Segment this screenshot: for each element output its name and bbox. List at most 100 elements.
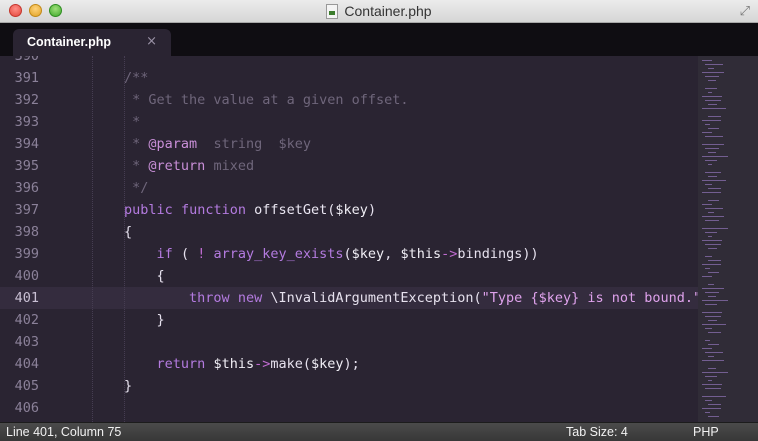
- code-line[interactable]: 401 throw new \InvalidArgumentException(…: [0, 287, 698, 309]
- minimap-line: [708, 68, 714, 69]
- minimap-line: [702, 216, 724, 217]
- code-line[interactable]: 397 public function offsetGet($key): [0, 199, 698, 221]
- code-line[interactable]: 406: [0, 397, 698, 419]
- code-token: */: [59, 180, 149, 196]
- code-line[interactable]: 404 return $this->make($key);: [0, 353, 698, 375]
- minimap[interactable]: [698, 56, 758, 422]
- code-line[interactable]: 395 * @return mixed: [0, 155, 698, 177]
- minimap-line: [702, 72, 724, 73]
- minimap-line: [708, 92, 712, 93]
- code-token: );: [343, 356, 360, 372]
- code-line[interactable]: 399 if ( ! array_key_exists($key, $this-…: [0, 243, 698, 265]
- code-line[interactable]: 392 * Get the value at a given offset.: [0, 89, 698, 111]
- code-token: offsetGet: [254, 202, 328, 218]
- cursor-position: Line 401, Column 75: [6, 425, 122, 439]
- status-bar: Line 401, Column 75 Tab Size: 4 PHP: [0, 422, 758, 441]
- minimap-line: [708, 236, 712, 237]
- code-line[interactable]: 390: [0, 56, 698, 67]
- minimap-line: [705, 76, 719, 77]
- minimap-line: [702, 156, 728, 157]
- code-token: if: [156, 246, 173, 262]
- code-text: {: [59, 268, 165, 284]
- minimap-line: [705, 316, 721, 317]
- line-number: 395: [14, 158, 39, 174]
- code-token: ,: [384, 246, 401, 262]
- minimap-line: [705, 388, 721, 389]
- minimap-line: [708, 272, 719, 273]
- minimap-line: [705, 232, 717, 233]
- minimap-line: [705, 100, 721, 101]
- code-token: *: [59, 136, 149, 152]
- line-number: 390: [14, 56, 39, 64]
- minimap-line: [702, 372, 728, 373]
- minimap-line: [708, 116, 721, 117]
- minimap-line: [702, 120, 721, 121]
- code-token: public: [124, 202, 173, 218]
- minimap-line: [702, 360, 724, 361]
- window-title-group: Container.php: [0, 3, 758, 19]
- minimap-line: [702, 408, 721, 409]
- line-number: 398: [14, 224, 39, 240]
- minimap-line: [702, 132, 712, 133]
- code-line[interactable]: 396 */: [0, 177, 698, 199]
- code-token: $this: [213, 356, 255, 372]
- fullscreen-icon[interactable]: ⤢: [740, 4, 750, 19]
- code-token: function: [180, 202, 246, 218]
- minimap-line: [705, 124, 710, 125]
- code-token: ): [367, 202, 377, 218]
- code-editor[interactable]: 390 391 /** 392 * Get the value at a given…: [0, 56, 698, 422]
- syntax-indicator[interactable]: PHP: [693, 425, 719, 439]
- line-number: 396: [14, 180, 39, 196]
- indent-guide: [92, 56, 93, 422]
- tab-container-php[interactable]: Container.php ×: [13, 29, 171, 56]
- line-number: 393: [14, 114, 39, 130]
- code-line[interactable]: 400 {: [0, 265, 698, 287]
- code-text: * Get the value at a given offset.: [59, 92, 408, 108]
- code-token: @return: [148, 158, 206, 174]
- code-line[interactable]: 403: [0, 331, 698, 353]
- code-line[interactable]: 398 {: [0, 221, 698, 243]
- code-token: @param: [148, 136, 198, 152]
- code-line[interactable]: 394 * @param string $key: [0, 133, 698, 155]
- minimap-line: [708, 80, 716, 81]
- code-token: *: [59, 158, 149, 174]
- minimap-line: [702, 228, 728, 229]
- minimap-viewport[interactable]: [698, 56, 758, 422]
- minimap-line: [708, 416, 719, 417]
- code-line[interactable]: 402 }: [0, 309, 698, 331]
- line-number: 391: [14, 70, 39, 86]
- tab-label: Container.php: [27, 35, 112, 49]
- code-token: "Type {$key} is not bound.": [481, 290, 698, 306]
- code-token: return: [156, 356, 206, 372]
- minimap-line: [708, 164, 712, 165]
- code-line[interactable]: 405 }: [0, 375, 698, 397]
- code-line[interactable]: 391 /**: [0, 67, 698, 89]
- code-text: if ( ! array_key_exists($key, $this->bin…: [59, 246, 539, 262]
- minimap-line: [705, 304, 717, 305]
- code-line[interactable]: 393 *: [0, 111, 698, 133]
- minimap-line: [708, 200, 719, 201]
- code-token: }: [59, 312, 165, 328]
- tab-close-icon[interactable]: ×: [146, 34, 157, 49]
- line-number: 405: [14, 378, 39, 394]
- line-number: 400: [14, 268, 39, 284]
- minimap-line: [705, 328, 712, 329]
- minimap-line: [702, 60, 712, 61]
- code-text: *: [59, 114, 140, 130]
- minimap-line: [705, 256, 712, 257]
- line-number: 406: [14, 400, 39, 416]
- php-file-icon: [326, 4, 339, 19]
- minimap-line: [702, 108, 726, 109]
- code-text: public function offsetGet($key): [59, 202, 376, 218]
- minimap-line: [708, 248, 717, 249]
- code-token: (: [343, 246, 352, 262]
- tab-size-indicator[interactable]: Tab Size: 4: [566, 425, 628, 439]
- code-text: * @param string $key: [59, 136, 311, 152]
- code-text: }: [59, 378, 132, 394]
- title-bar: Container.php ⤢: [0, 0, 758, 23]
- minimap-line: [705, 292, 719, 293]
- editor-window: Container.php ⤢ Container.php × 390 391 /…: [0, 0, 758, 441]
